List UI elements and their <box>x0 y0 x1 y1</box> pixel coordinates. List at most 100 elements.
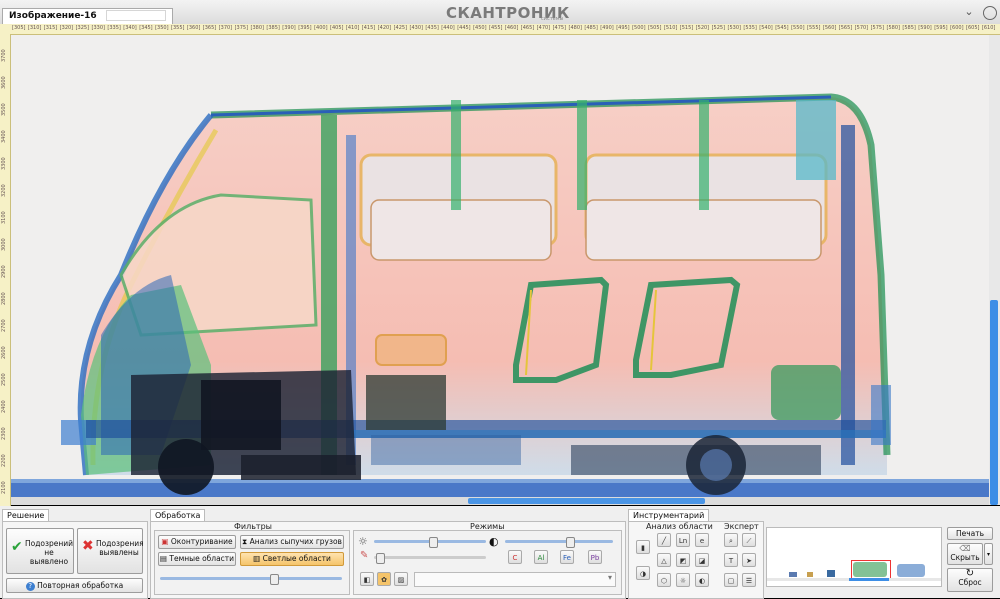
mode-select[interactable]: ▾ <box>414 572 616 587</box>
contrast-slider[interactable] <box>505 537 613 548</box>
reset-button[interactable]: ↻ Сброс <box>947 568 993 592</box>
hide-button[interactable]: ⌫ Скрыть <box>947 543 983 565</box>
ruler-icon[interactable]: ⟋ <box>742 533 756 547</box>
vertical-scroll-thumb[interactable] <box>990 300 998 505</box>
suspicion-found-button[interactable]: ✖ Подозрения выявлены <box>77 528 144 574</box>
ruler-left: 3700 3600 3500 3400 3300 3200 3100 3000 2900 2800… <box>0 34 11 506</box>
ruler-mark: [610] <box>981 25 996 31</box>
ruler-mark: 2200 <box>1 454 7 467</box>
tab-name-input[interactable] <box>105 10 166 21</box>
text-note-icon[interactable]: T <box>724 553 738 567</box>
ruler-mark: [370] <box>218 25 233 31</box>
chart-icon[interactable]: ◪ <box>695 553 709 567</box>
mode-pb-button[interactable]: Pb <box>588 550 602 564</box>
ruler-mark: [385] <box>266 25 280 31</box>
hide-dropdown-button[interactable]: ▾ <box>984 543 993 565</box>
bulk-analysis-label: Анализ сыпучих грузов <box>249 537 342 546</box>
light-areas-icon: ▥ <box>253 554 261 563</box>
ruler-mark: [450] <box>473 25 487 31</box>
ruler-mark: [410] <box>345 25 360 31</box>
palette-icon[interactable]: ✿ <box>377 572 391 586</box>
xray-scan-viewport[interactable] <box>11 35 989 505</box>
minimap-selection[interactable] <box>851 560 891 580</box>
contour-button[interactable]: ▣ Оконтуривание <box>158 535 236 549</box>
dark-areas-button[interactable]: ▤ Темные области <box>158 552 236 566</box>
ruler-mark: [315] <box>43 25 58 31</box>
sun-icon[interactable]: ☼ <box>676 573 690 587</box>
chevron-down-icon[interactable]: ⌄ <box>962 5 976 19</box>
filter-level-slider[interactable] <box>160 574 342 585</box>
ruler-mark: [480] <box>568 25 582 31</box>
ruler-mark: 2700 <box>1 319 7 332</box>
ruler-mark: 2100 <box>1 481 7 494</box>
vertical-scrollbar[interactable] <box>989 35 1000 505</box>
brightness-knob[interactable] <box>428 537 438 548</box>
ruler-mark: [455] <box>489 25 503 31</box>
ruler-mark: [445] <box>457 25 471 31</box>
mode-fe-button[interactable]: Fe <box>560 550 574 564</box>
comment-icon[interactable]: ☰ <box>742 573 756 587</box>
ruler-mark: [565] <box>838 25 853 31</box>
ruler-mark: [355] <box>171 25 185 31</box>
bulk-analysis-button[interactable]: ⧗ Анализ сыпучих грузов <box>240 535 344 549</box>
ruler-mark: [520] <box>695 25 710 31</box>
brightness-slider[interactable] <box>374 537 486 548</box>
ruler-mark: [365] <box>202 25 217 31</box>
info-icon: ? <box>25 581 35 591</box>
ruler-mark: [545] <box>775 25 789 31</box>
ruler-mark: 2800 <box>1 292 7 305</box>
image-tab[interactable]: Изображение-16 <box>2 8 173 24</box>
line-tool-icon[interactable]: ╱ <box>657 533 671 547</box>
horizontal-scrollbar[interactable] <box>11 497 989 505</box>
ruler-mark: [515] <box>679 25 694 31</box>
ruler-mark: 3500 <box>1 103 7 116</box>
contrast-knob[interactable] <box>565 537 575 548</box>
ruler-mark: 2400 <box>1 400 7 413</box>
ex-button[interactable]: e <box>695 533 709 547</box>
horizontal-scroll-thumb[interactable] <box>468 498 705 504</box>
pointer-icon[interactable]: ➤ <box>742 553 756 567</box>
shape-icon[interactable]: △ <box>657 553 671 567</box>
minimap-scrollbar[interactable] <box>767 578 941 581</box>
mode-al-button[interactable]: Al <box>534 550 548 564</box>
contrast-area-icon[interactable]: ◑ <box>636 566 650 580</box>
ruler-mark: [435] <box>425 25 439 31</box>
edge-icon[interactable]: ▨ <box>394 572 408 586</box>
contour-icon: ▣ <box>161 537 169 546</box>
ruler-mark: [415] <box>361 25 376 31</box>
gamma-knob[interactable] <box>376 553 386 564</box>
graph-icon[interactable]: ◩ <box>676 553 690 567</box>
light-areas-button[interactable]: ▥ Светлые области <box>240 552 344 566</box>
expert-title: Эксперт <box>724 522 759 531</box>
minimap-scroll-thumb[interactable] <box>849 578 889 581</box>
ln-button[interactable]: Ln <box>676 533 690 547</box>
ruler-mark: [465] <box>520 25 535 31</box>
ruler-mark: [505] <box>648 25 662 31</box>
gamma-slider[interactable] <box>374 553 486 564</box>
histogram-icon[interactable]: ▮ <box>636 540 650 554</box>
refresh-icon: ↻ <box>965 568 975 579</box>
cube-icon[interactable]: ⬡ <box>657 573 671 587</box>
ruler-mark: [390] <box>282 25 296 31</box>
hide-label: Скрыть <box>950 553 980 562</box>
dark-areas-icon: ▤ <box>159 554 168 563</box>
ruler-mark: [320] <box>59 25 74 31</box>
invert-icon[interactable]: ◧ <box>360 572 374 586</box>
contrast-icon: ◐ <box>489 535 499 548</box>
print-button[interactable]: Печать <box>947 527 993 540</box>
reprocess-button[interactable]: ? Повторная обработка <box>6 578 143 593</box>
area-analysis-title: Анализ области <box>646 522 713 531</box>
magnifier-icon[interactable]: ⌕ <box>724 533 738 547</box>
ruler-mark: [485] <box>584 25 598 31</box>
globe-icon[interactable] <box>983 6 997 20</box>
circle-half-icon[interactable]: ◐ <box>695 573 709 587</box>
no-suspicion-button[interactable]: ✔ Подозрений не выявлено <box>6 528 74 574</box>
ruler-mark: [430] <box>409 25 423 31</box>
no-suspicion-label: Подозрений не выявлено <box>25 539 74 566</box>
mode-c-button[interactable]: C <box>508 550 522 564</box>
ruler-mark: [595] <box>934 25 948 31</box>
frame-icon[interactable]: ▢ <box>724 573 738 587</box>
filter-level-knob[interactable] <box>270 574 280 585</box>
overview-minimap[interactable] <box>766 527 942 587</box>
ruler-mark: [550] <box>791 25 805 31</box>
